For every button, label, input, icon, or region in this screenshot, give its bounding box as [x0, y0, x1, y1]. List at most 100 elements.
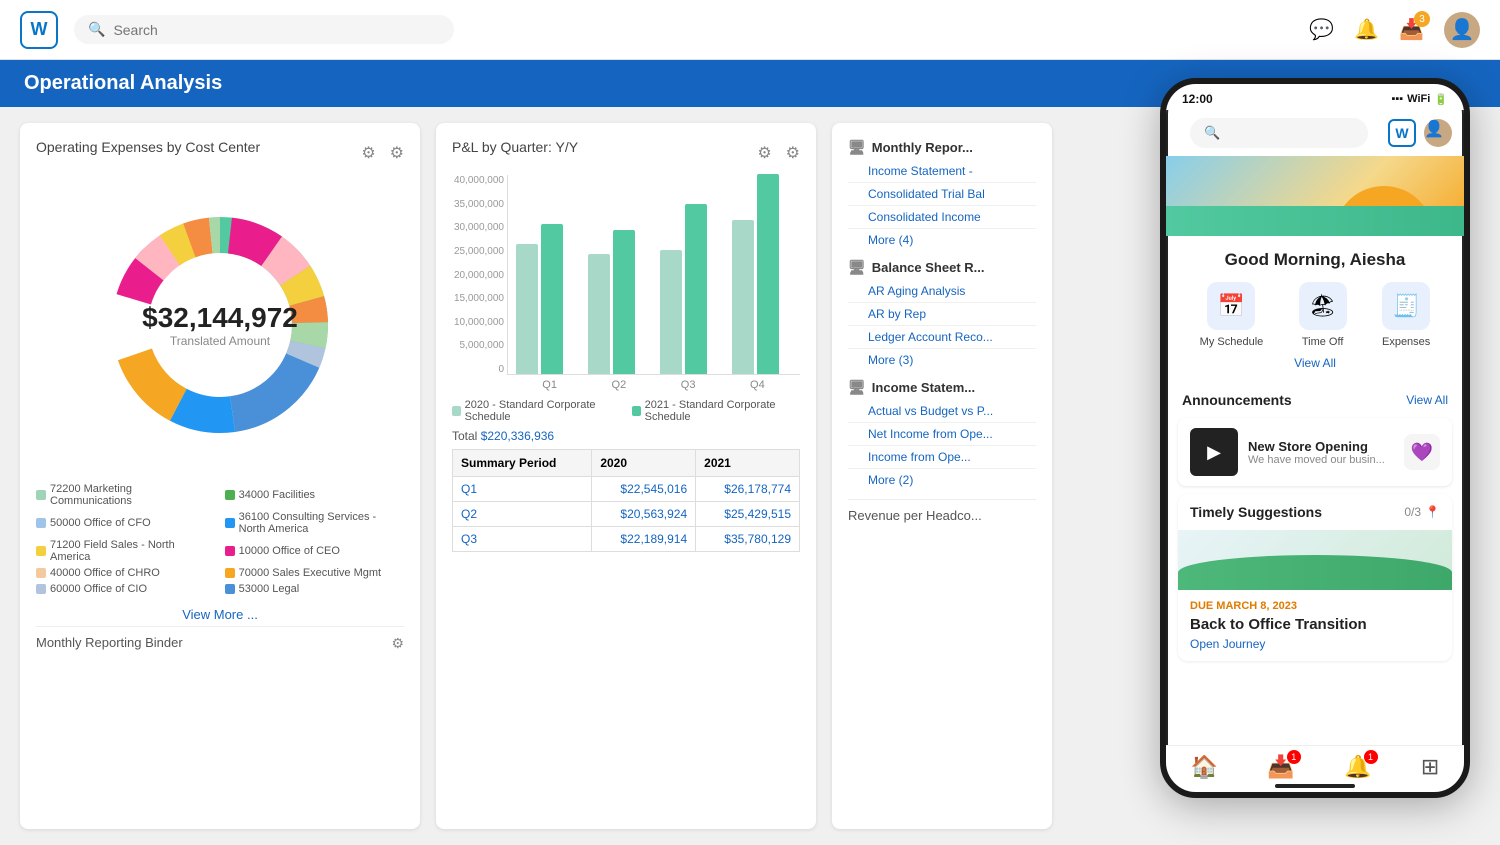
time-off-icon: 🏖: [1299, 282, 1347, 330]
report-item[interactable]: Net Income from Ope...: [848, 423, 1036, 446]
announcement-card: ▶ New Store Opening We have moved our bu…: [1178, 418, 1452, 486]
bar-2021-q1: [541, 224, 563, 374]
more-balance-link[interactable]: More (3): [848, 349, 1036, 371]
bottom-settings-icon[interactable]: ⚙: [391, 635, 404, 652]
bar-chart-bars: [507, 175, 800, 375]
balance-report-icon: 🖥: [848, 259, 866, 276]
donut-amount: $32,144,972: [142, 302, 298, 334]
report-item[interactable]: Actual vs Budget vs P...: [848, 400, 1036, 423]
bar-2021-q3: [685, 204, 707, 374]
legend-color: [225, 518, 235, 528]
bar-chart-legend: 2020 - Standard Corporate Schedule 2021 …: [452, 399, 800, 423]
announcement-heart-icon[interactable]: 💜: [1404, 434, 1440, 470]
app-logo[interactable]: W: [20, 11, 58, 49]
announcement-thumbnail[interactable]: ▶: [1190, 428, 1238, 476]
legend-color: [225, 546, 235, 556]
legend-item: 70000 Sales Executive Mgmt: [225, 567, 402, 579]
bar-settings-icon[interactable]: ⚙: [786, 143, 800, 163]
announcement-subtitle: We have moved our busin...: [1248, 454, 1385, 466]
legend-2020: 2020 - Standard Corporate Schedule: [452, 399, 620, 423]
report-item[interactable]: Ledger Account Reco...: [848, 326, 1036, 349]
time-off-label: Time Off: [1302, 336, 1344, 348]
search-input[interactable]: [113, 22, 440, 38]
bar-2020-q1: [516, 244, 538, 374]
settings-icon[interactable]: ⚙: [390, 143, 404, 163]
donut-card-icons: ⚙ ⚙: [361, 143, 404, 163]
chat-icon[interactable]: 💬: [1309, 17, 1334, 42]
hero-green-wave: [1166, 206, 1464, 236]
page-title: Operational Analysis: [24, 72, 222, 94]
reports-card: 🖥 Monthly Repor... Income Statement - Co…: [832, 123, 1052, 829]
donut-legend: 72200 Marketing Communications 34000 Fac…: [36, 483, 404, 595]
monthly-report-icon: 🖥: [848, 139, 866, 156]
expenses-icon: 🧾: [1382, 282, 1430, 330]
bar-card-icons: ⚙ ⚙: [757, 143, 800, 163]
timely-header: Timely Suggestions 0/3 📍: [1178, 494, 1452, 530]
phone-home-indicator: [1275, 784, 1355, 788]
more-income-link[interactable]: More (2): [848, 469, 1036, 491]
user-avatar[interactable]: 👤: [1444, 12, 1480, 48]
legend-color: [225, 568, 235, 578]
announcements-view-all[interactable]: View All: [1406, 393, 1448, 407]
timely-card-title: Back to Office Transition: [1190, 616, 1440, 633]
phone-user-avatar[interactable]: 👤: [1424, 119, 1452, 147]
y-axis: 40,000,000 35,000,000 30,000,000 25,000,…: [452, 175, 504, 375]
expenses-action[interactable]: 🧾 Expenses: [1382, 282, 1430, 348]
legend-item: 40000 Office of CHRO: [36, 567, 213, 579]
bar-2020-q2: [588, 254, 610, 374]
legend-item: 53000 Legal: [225, 583, 402, 595]
phone-inbox-icon[interactable]: 📥 1: [1267, 754, 1294, 780]
report-item[interactable]: Consolidated Trial Bal: [848, 183, 1036, 206]
report-item[interactable]: AR Aging Analysis: [848, 280, 1036, 303]
phone-grid-icon[interactable]: ⊞: [1421, 754, 1439, 780]
my-schedule-label: My Schedule: [1200, 336, 1264, 348]
report-item[interactable]: Consolidated Income: [848, 206, 1036, 229]
bar-filter-icon[interactable]: ⚙: [757, 143, 771, 163]
signal-icon: ▪▪▪: [1391, 93, 1403, 105]
balance-section-title: 🖥 Balance Sheet R...: [848, 259, 1036, 276]
phone-search-row: 🔍 W 👤: [1166, 110, 1464, 156]
phone-greeting: Good Morning, Aiesha: [1182, 250, 1448, 270]
my-schedule-action[interactable]: 📅 My Schedule: [1200, 282, 1264, 348]
inbox-badge: 3: [1414, 11, 1430, 27]
timely-suggestions: Timely Suggestions 0/3 📍 DUE MARCH 8, 20…: [1178, 494, 1452, 661]
income-section-title: 🖥 Income Statem...: [848, 379, 1036, 396]
phone-bell-icon[interactable]: 🔔 1: [1344, 754, 1371, 780]
announcements-header: Announcements View All: [1166, 388, 1464, 412]
phone-home-icon[interactable]: 🏠: [1191, 754, 1218, 780]
wifi-icon: WiFi: [1407, 93, 1430, 105]
legend-item: 36100 Consulting Services - North Americ…: [225, 511, 402, 535]
bar-chart-card: P&L by Quarter: Y/Y ⚙ ⚙ 40,000,000 35,00…: [436, 123, 816, 829]
report-item[interactable]: AR by Rep: [848, 303, 1036, 326]
inbox-icon[interactable]: 📥3: [1399, 17, 1424, 42]
notification-icon[interactable]: 🔔: [1354, 17, 1379, 42]
donut-chart-card: Operating Expenses by Cost Center ⚙ ⚙: [20, 123, 420, 829]
report-item[interactable]: Income from Ope...: [848, 446, 1036, 469]
announcement-text: New Store Opening We have moved our busi…: [1248, 439, 1385, 466]
balance-sheet-section: 🖥 Balance Sheet R... AR Aging Analysis A…: [848, 259, 1036, 371]
phone-greeting-section: Good Morning, Aiesha 📅 My Schedule 🏖 Tim…: [1166, 236, 1464, 388]
bar-chart-container: 40,000,000 35,000,000 30,000,000 25,000,…: [452, 175, 800, 391]
open-journey-link[interactable]: Open Journey: [1190, 637, 1440, 651]
col-period: Summary Period: [453, 450, 592, 477]
timely-card-content: DUE MARCH 8, 2023 Back to Office Transit…: [1178, 590, 1452, 661]
filter-icon[interactable]: ⚙: [361, 143, 375, 163]
phone-search-bar[interactable]: 🔍: [1190, 118, 1368, 148]
donut-card-title: Operating Expenses by Cost Center: [36, 139, 260, 155]
time-off-action[interactable]: 🏖 Time Off: [1299, 282, 1347, 348]
view-all-actions[interactable]: View All: [1182, 356, 1448, 370]
timely-map-green: [1178, 555, 1452, 590]
legend-item: 60000 Office of CIO: [36, 583, 213, 595]
legend-color: [225, 490, 235, 500]
bar-2020-q3: [660, 250, 682, 374]
timely-count-row: 0/3 📍: [1404, 505, 1440, 519]
report-item[interactable]: Income Statement -: [848, 160, 1036, 183]
phone-hero: [1166, 156, 1464, 236]
search-bar[interactable]: 🔍: [74, 15, 454, 44]
phone-status-icons: ▪▪▪ WiFi 🔋: [1391, 93, 1448, 106]
view-more-link[interactable]: View More ...: [36, 607, 404, 622]
income-statement-section: 🖥 Income Statem... Actual vs Budget vs P…: [848, 379, 1036, 491]
more-monthly-link[interactable]: More (4): [848, 229, 1036, 251]
revenue-card-label: Revenue per Headco...: [848, 499, 1036, 523]
timely-title: Timely Suggestions: [1190, 504, 1322, 520]
